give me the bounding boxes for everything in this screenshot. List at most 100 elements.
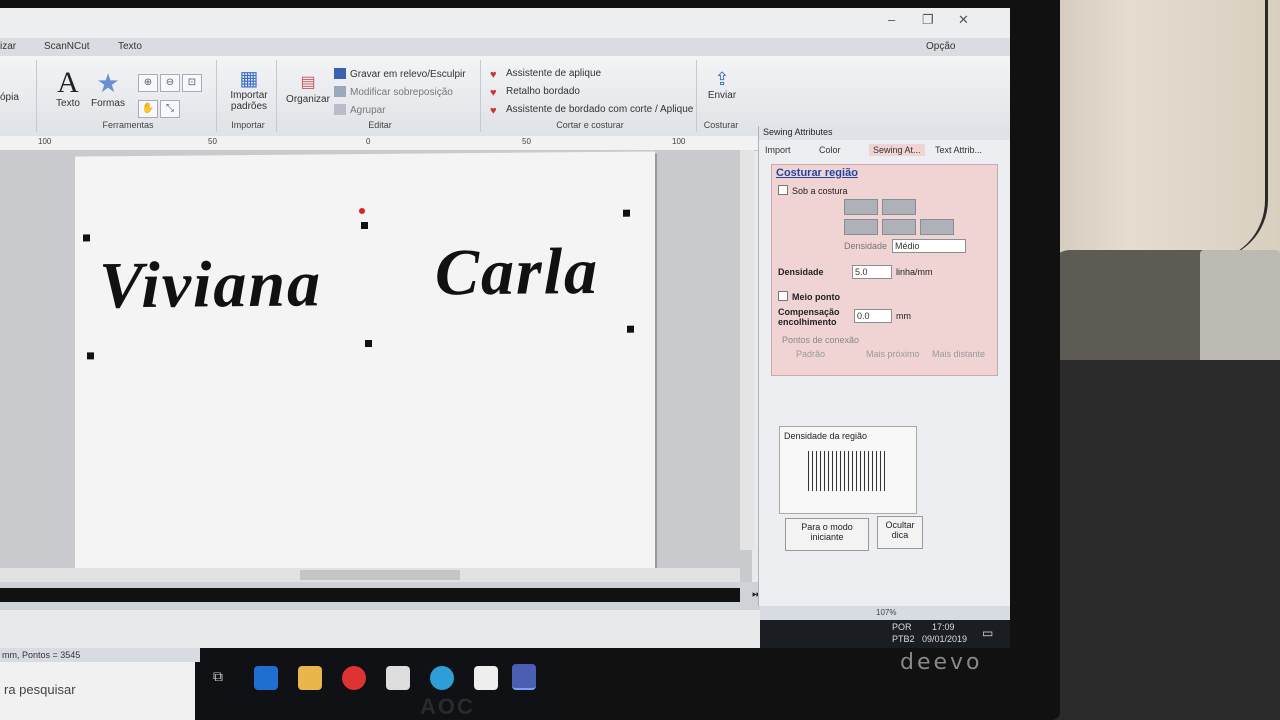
import-icon: ▦ bbox=[239, 68, 259, 90]
monitor-logo: AOC bbox=[420, 694, 475, 719]
group-icon bbox=[334, 104, 346, 115]
selection-handle[interactable] bbox=[361, 221, 368, 230]
under-sewing-checkbox[interactable] bbox=[778, 185, 788, 195]
chrome-icon[interactable] bbox=[342, 666, 366, 690]
embroidered-patch-label: Retalho bordado bbox=[506, 86, 580, 97]
clock-time[interactable]: 17:09 bbox=[932, 622, 955, 632]
selection-handle[interactable] bbox=[365, 339, 372, 347]
radio-farthest[interactable]: Mais distante bbox=[932, 349, 985, 359]
option-menu[interactable]: Opção bbox=[926, 41, 955, 52]
status-bar: 107% bbox=[760, 606, 1010, 620]
cut-sew-group-label: Cortar e costurar bbox=[556, 120, 624, 130]
pan-hand-icon[interactable]: ✋ bbox=[138, 100, 158, 118]
send-button[interactable]: ⇪ Enviar bbox=[702, 68, 742, 101]
mail-icon[interactable] bbox=[474, 666, 498, 690]
points-status: mm, Pontos = 3545 bbox=[0, 648, 200, 662]
minimize-button[interactable]: – bbox=[888, 12, 895, 27]
half-stitch-option[interactable]: Meio ponto bbox=[778, 291, 840, 302]
horizontal-scrollbar[interactable] bbox=[0, 568, 740, 582]
background-wall bbox=[1030, 0, 1280, 720]
emboss-button[interactable]: Gravar em relevo/Esculpir bbox=[334, 68, 466, 80]
horizontal-ruler: 100 50 0 50 100 bbox=[0, 136, 760, 151]
selection-handle[interactable] bbox=[623, 209, 630, 217]
organize-label: Organizar bbox=[286, 94, 330, 105]
group-button[interactable]: Agrupar bbox=[334, 104, 386, 116]
tab-color[interactable]: Color bbox=[815, 144, 845, 156]
rotate-handle[interactable] bbox=[359, 208, 365, 215]
group-label: Agrupar bbox=[350, 105, 386, 116]
stitch-type-button[interactable] bbox=[920, 219, 954, 235]
cut-wizard-label: Assistente de bordado com corte / Apliqu… bbox=[506, 104, 694, 115]
tab-import[interactable]: Import bbox=[761, 144, 795, 156]
notification-icon[interactable]: ▭ bbox=[982, 626, 993, 640]
cut-heart-icon: ♥ bbox=[490, 105, 497, 117]
skype-icon[interactable] bbox=[430, 666, 454, 690]
beginner-mode-button[interactable]: Para o modo iniciante bbox=[785, 518, 869, 551]
pe-design-icon[interactable] bbox=[512, 664, 536, 690]
design-canvas-area: Viviana Carla bbox=[0, 150, 752, 590]
overlap-icon bbox=[334, 86, 346, 97]
close-button[interactable]: ✕ bbox=[958, 12, 969, 28]
scroll-thumb[interactable] bbox=[300, 570, 460, 580]
tab-scanncut[interactable]: ScanNCut bbox=[44, 41, 90, 52]
edge-icon[interactable] bbox=[254, 666, 278, 690]
stitch-type-button[interactable] bbox=[844, 219, 878, 235]
under-sewing-label: Sob a costura bbox=[792, 186, 848, 196]
section-title[interactable]: Costurar região bbox=[776, 167, 858, 179]
design-text-word2[interactable]: Carla bbox=[435, 234, 599, 311]
cut-wizard-button[interactable]: ♥ Assistente de bordado com corte / Apliq… bbox=[490, 104, 694, 117]
taskbar-search[interactable]: ra pesquisar bbox=[0, 662, 195, 720]
region-density-preview: Densidade da região bbox=[779, 426, 917, 514]
density-select[interactable]: Médio bbox=[892, 239, 966, 253]
ruler-mark: 100 bbox=[38, 137, 52, 146]
radio-nearest[interactable]: Mais próximo bbox=[866, 349, 920, 359]
applique-wizard-button[interactable]: ♥ Assistente de aplique bbox=[490, 68, 601, 81]
task-view-icon[interactable]: ⧉ bbox=[206, 668, 230, 692]
store-icon[interactable] bbox=[386, 666, 410, 690]
lower-screen: mm, Pontos = 3545 ra pesquisar ⧉ bbox=[0, 648, 560, 720]
vertical-scrollbar[interactable] bbox=[740, 150, 754, 550]
stitch-type-button[interactable] bbox=[844, 199, 878, 215]
zoom-in-icon[interactable]: ⊕ bbox=[138, 74, 158, 92]
zoom-fit-icon[interactable]: ⊡ bbox=[182, 74, 202, 92]
text-button[interactable]: A Texto bbox=[48, 68, 88, 110]
tab-text-attributes[interactable]: Text Attrib... bbox=[931, 144, 986, 156]
selection-handle[interactable] bbox=[627, 325, 634, 333]
zoom-out-icon[interactable]: ⊖ bbox=[160, 74, 180, 92]
pull-comp-input[interactable]: 0.0 bbox=[854, 309, 892, 323]
monitor-bezel: – ❐ ✕ izar ScanNCut Texto Opção ópia A T… bbox=[0, 0, 1060, 720]
restore-button[interactable]: ❐ bbox=[922, 12, 934, 28]
density-input[interactable]: 5.0 bbox=[852, 265, 892, 279]
group-cut-sew: ♥ Assistente de aplique ♥ Retalho bordado … bbox=[484, 60, 697, 132]
tab-texto[interactable]: Texto bbox=[118, 41, 142, 52]
measure-icon[interactable]: ⤡ bbox=[160, 100, 180, 118]
tab-utilizar[interactable]: izar bbox=[0, 41, 16, 52]
design-page[interactable]: Viviana Carla bbox=[75, 151, 655, 577]
copy-button[interactable]: ópia bbox=[0, 92, 19, 103]
hide-tip-button[interactable]: Ocultar dica bbox=[877, 516, 923, 549]
clock-date[interactable]: 09/01/2019 bbox=[922, 634, 967, 644]
ribbon: ópia A Texto ★ Formas ⊕ ⊖ ⊡ ✋ ⤡ Ferramen… bbox=[0, 56, 1010, 137]
half-stitch-checkbox[interactable] bbox=[778, 291, 788, 301]
organize-button[interactable]: ▤ Organizar bbox=[284, 72, 332, 105]
edit-group-label: Editar bbox=[368, 120, 392, 130]
shapes-button[interactable]: ★ Formas bbox=[88, 68, 128, 109]
embroidered-patch-button[interactable]: ♥ Retalho bordado bbox=[490, 86, 580, 99]
selection-handle[interactable] bbox=[87, 352, 94, 360]
language-indicator[interactable]: POR bbox=[892, 622, 912, 632]
ruler-mark: 100 bbox=[672, 137, 686, 146]
import-patterns-label: Importar padrões bbox=[230, 90, 268, 112]
under-sewing-option[interactable]: Sob a costura bbox=[778, 185, 848, 196]
design-text-word1[interactable]: Viviana bbox=[99, 246, 322, 324]
keyboard-layout[interactable]: PTB2 bbox=[892, 634, 915, 644]
radio-standard[interactable]: Padrão bbox=[796, 349, 825, 359]
modify-overlap-button[interactable]: Modificar sobreposição bbox=[334, 86, 453, 98]
file-explorer-icon[interactable] bbox=[298, 666, 322, 690]
stitch-type-button[interactable] bbox=[882, 219, 916, 235]
pull-comp-unit: mm bbox=[896, 311, 911, 321]
import-patterns-button[interactable]: ▦ Importar padrões bbox=[224, 68, 274, 112]
selection-handle[interactable] bbox=[83, 234, 90, 242]
stitch-type-button[interactable] bbox=[882, 199, 916, 215]
tab-sewing-attributes[interactable]: Sewing At... bbox=[869, 144, 925, 156]
simulator-progress[interactable] bbox=[0, 588, 740, 602]
